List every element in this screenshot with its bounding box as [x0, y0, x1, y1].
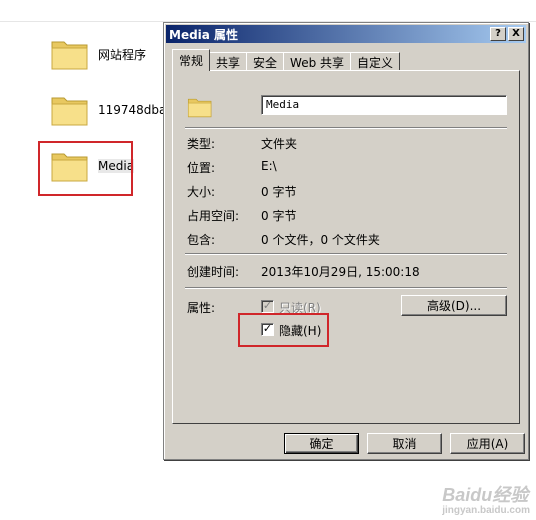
location-label: 位置: — [187, 161, 216, 175]
highlight-box-media — [38, 141, 133, 196]
tab-general[interactable]: 常规 — [172, 49, 211, 71]
created-label: 创建时间: — [187, 265, 240, 279]
attributes-label: 属性: — [187, 301, 216, 315]
readonly-checkbox[interactable]: ✓ — [261, 300, 274, 313]
tab-customize[interactable]: 自定义 — [350, 52, 401, 71]
disk-size-label: 占用空间: — [187, 209, 240, 223]
watermark: Baidu经验 jingyan.baidu.com — [442, 485, 530, 516]
tab-security[interactable]: 安全 — [246, 52, 285, 71]
file-label: 网站程序 — [98, 47, 147, 62]
disk-size-value: 0 字节 — [261, 209, 297, 223]
size-label: 大小: — [187, 185, 216, 199]
advanced-button[interactable]: 高级(D)... — [401, 295, 507, 316]
cancel-button[interactable]: 取消 — [367, 433, 442, 454]
general-panel: Media 类型: 文件夹 位置: E:\ 大小: 0 字节 占用空间: 0 字… — [172, 70, 520, 424]
folder-icon — [51, 97, 88, 126]
tab-sharing[interactable]: 共享 — [209, 52, 248, 71]
file-item-website[interactable]: 网站程序 — [50, 36, 146, 72]
folder-icon — [187, 98, 212, 118]
apply-button[interactable]: 应用(A) — [450, 433, 525, 454]
contains-value: 0 个文件，0 个文件夹 — [261, 233, 380, 247]
properties-dialog: Media 属性 ? X 常规 共享 安全 Web 共享 自定义 Media 类… — [163, 22, 529, 460]
created-value: 2013年10月29日, 15:00:18 — [261, 265, 420, 279]
dialog-titlebar[interactable]: Media 属性 ? X — [166, 25, 526, 43]
type-value: 文件夹 — [261, 137, 298, 151]
type-label: 类型: — [187, 137, 216, 151]
close-button[interactable]: X — [508, 27, 524, 41]
contains-label: 包含: — [187, 233, 216, 247]
file-item-folder-2[interactable]: 119748dba11 — [50, 92, 182, 128]
highlight-box-hidden — [238, 313, 329, 347]
ok-button[interactable]: 确定 — [284, 433, 359, 454]
size-value: 0 字节 — [261, 185, 297, 199]
location-value: E:\ — [261, 159, 277, 173]
folder-name-input[interactable]: Media — [261, 95, 507, 115]
dialog-title: Media 属性 — [169, 27, 239, 42]
tab-web-sharing[interactable]: Web 共享 — [283, 52, 352, 71]
help-button[interactable]: ? — [490, 27, 506, 41]
tab-bar: 常规 共享 安全 Web 共享 自定义 — [172, 49, 401, 71]
separator — [185, 253, 507, 255]
explorer-header — [0, 0, 536, 22]
separator — [185, 127, 507, 129]
folder-icon — [51, 41, 88, 70]
separator — [185, 287, 507, 289]
